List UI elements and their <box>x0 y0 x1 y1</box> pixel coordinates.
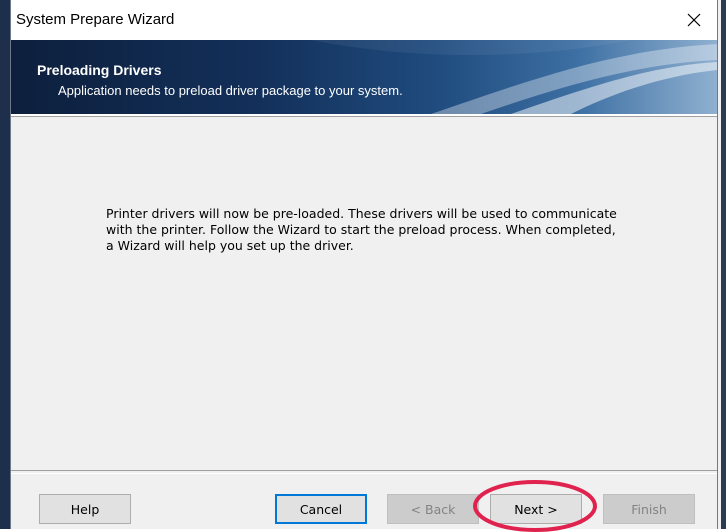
close-button[interactable] <box>671 0 717 40</box>
next-button[interactable]: Next > <box>490 494 582 524</box>
footer-divider <box>11 470 717 474</box>
banner-title: Preloading Drivers <box>37 62 162 78</box>
banner-divider <box>11 114 717 117</box>
back-button[interactable]: < Back <box>387 494 479 524</box>
close-icon <box>687 13 701 27</box>
desktop-edge-right <box>721 0 726 529</box>
wizard-window: System Prepare Wizard Preloading Drivers… <box>0 0 726 532</box>
dialog-frame: System Prepare Wizard Preloading Drivers… <box>10 0 718 529</box>
help-button[interactable]: Help <box>39 494 131 524</box>
header-banner: Preloading Drivers Application needs to … <box>11 40 717 114</box>
banner-subtitle: Application needs to preload driver pack… <box>58 83 403 98</box>
window-title: System Prepare Wizard <box>16 11 175 28</box>
cancel-button[interactable]: Cancel <box>275 494 367 524</box>
finish-button[interactable]: Finish <box>603 494 695 524</box>
title-bar[interactable]: System Prepare Wizard <box>11 0 717 40</box>
instruction-text: Printer drivers will now be pre-loaded. … <box>106 206 617 253</box>
desktop-edge-left <box>0 0 10 529</box>
